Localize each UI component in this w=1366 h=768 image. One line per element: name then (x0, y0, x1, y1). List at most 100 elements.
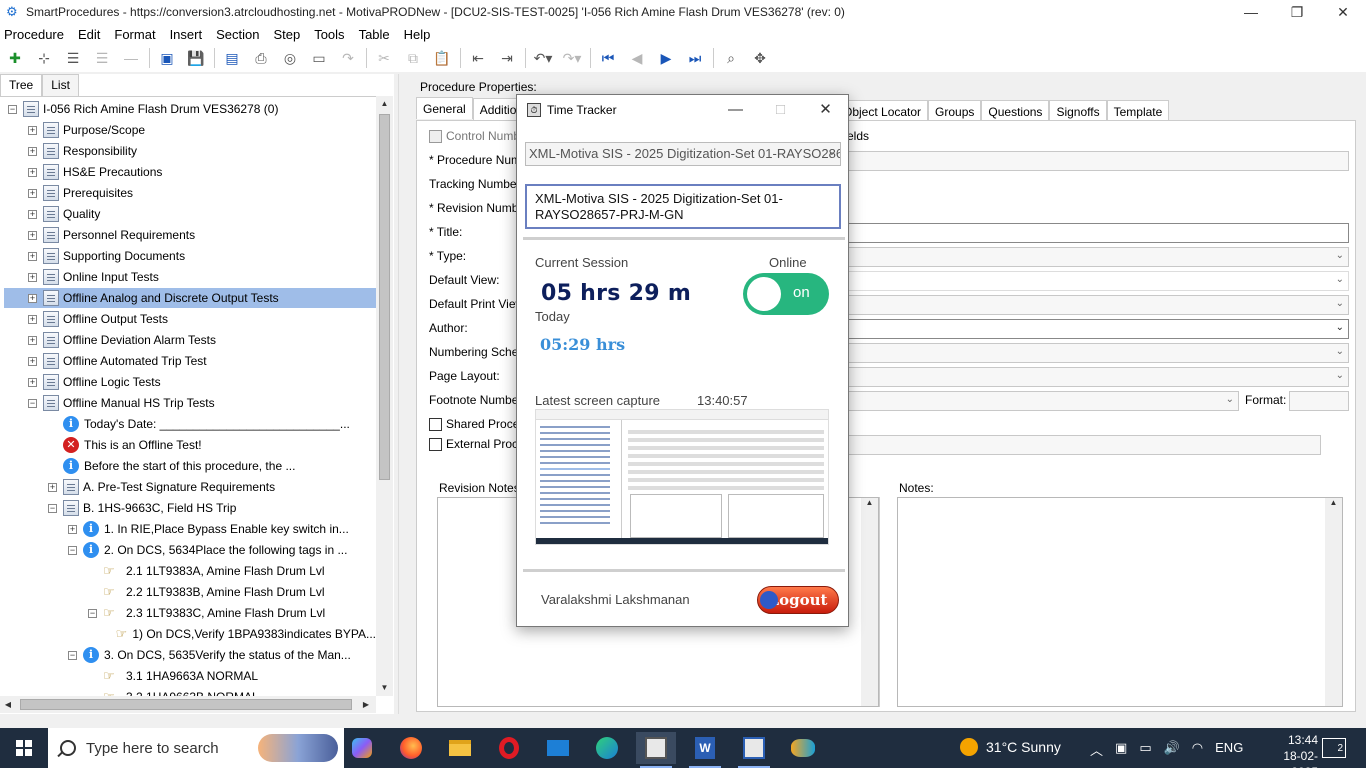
scroll-left-icon[interactable]: ◀ (0, 696, 16, 713)
expand-icon[interactable]: + (48, 482, 57, 492)
tree-node[interactable]: + Offline Logic Tests (0, 372, 376, 392)
add-child-icon[interactable]: ⊹ (33, 47, 55, 69)
expand-icon[interactable]: + (28, 377, 37, 387)
language-indicator[interactable]: ENG (1215, 740, 1243, 759)
menu-table[interactable]: Table (359, 27, 390, 42)
tree-node[interactable]: + HS&E Precautions (0, 162, 376, 182)
collapse-icon[interactable]: − (8, 104, 17, 114)
default-view-select[interactable]: ⌄ (847, 271, 1349, 291)
undo-icon[interactable]: ↶▾ (532, 47, 554, 69)
collapse-icon[interactable]: − (28, 398, 37, 408)
tree-node[interactable]: i Before the start of this procedure, the… (0, 456, 376, 476)
preview-icon[interactable]: ▭ (308, 47, 330, 69)
opera-icon[interactable] (489, 732, 529, 764)
tree-node[interactable]: − I-056 Rich Amine Flash Drum VES36278 (0… (0, 99, 376, 119)
format-field[interactable] (1289, 391, 1349, 411)
footnote-numbering-select[interactable]: ⌄ (847, 391, 1239, 411)
tree-node[interactable]: − ☞ 2.3 1LT9383C, Amine Flash Drum Lvl (0, 603, 376, 623)
tree-node[interactable]: + Offline Deviation Alarm Tests (0, 330, 376, 350)
collapse-icon[interactable]: − (48, 503, 57, 513)
tree-node[interactable]: + Responsibility (0, 141, 376, 161)
tab-list[interactable]: List (42, 74, 79, 96)
online-toggle[interactable]: on (743, 273, 829, 315)
logout-button[interactable]: Logout (757, 586, 839, 614)
author-select[interactable]: ⌄ (847, 319, 1349, 339)
tree-node[interactable]: − B. 1HS-9663C, Field HS Trip (0, 498, 376, 518)
paste-icon[interactable]: 📋 (431, 47, 453, 69)
start-button[interactable] (0, 728, 48, 768)
taskbar-search[interactable]: Type here to search (48, 728, 344, 768)
butterfly-app-icon[interactable] (783, 732, 823, 764)
expand-icon[interactable]: + (68, 524, 77, 534)
minimize-button[interactable]: — (1228, 0, 1274, 24)
tree-node[interactable]: + Purpose/Scope (0, 120, 376, 140)
project-select[interactable]: XML-Motiva SIS - 2025 Digitization-Set 0… (525, 142, 841, 166)
expand-icon[interactable]: + (28, 125, 37, 135)
tree-node[interactable]: − i 3. On DCS, 5635Verify the status of th… (0, 645, 376, 665)
tree-node[interactable]: ☞ 1) On DCS,Verify 1BPA9383indicates BYPA… (0, 624, 376, 644)
move-icon[interactable]: ✥ (749, 47, 771, 69)
screen-capture-thumbnail[interactable] (535, 409, 829, 545)
external-procedure-checkbox[interactable] (429, 438, 442, 452)
list-disabled-icon[interactable]: ☰ (91, 47, 113, 69)
smartprocedures-taskbar-icon[interactable] (636, 732, 676, 768)
weather-widget[interactable]: 31°C Sunny (960, 738, 1061, 756)
tree-node[interactable]: + Offline Automated Trip Test (0, 351, 376, 371)
save-all-icon[interactable]: ▣ (156, 47, 178, 69)
word-icon[interactable]: W (685, 732, 725, 768)
control-number-checkbox[interactable] (429, 130, 442, 144)
scroll-thumb[interactable] (379, 114, 390, 480)
web-icon[interactable]: ◎ (279, 47, 301, 69)
notes-field[interactable]: ▲ (897, 497, 1343, 707)
outdent-icon[interactable]: ⇤ (467, 47, 489, 69)
chevron-up-icon[interactable]: ︿ (1090, 740, 1103, 759)
tree-node[interactable]: + Online Input Tests (0, 267, 376, 287)
title-field[interactable] (847, 223, 1349, 243)
firefox-icon[interactable] (391, 732, 431, 764)
expand-icon[interactable]: + (28, 293, 37, 303)
copilot-icon[interactable] (342, 732, 382, 764)
expand-icon[interactable]: + (28, 335, 37, 345)
expand-icon[interactable]: + (28, 167, 37, 177)
menu-format[interactable]: Format (114, 27, 155, 42)
expand-icon[interactable]: + (28, 230, 37, 240)
next-icon[interactable]: ▶ (655, 47, 677, 69)
tree-node[interactable]: + Prerequisites (0, 183, 376, 203)
shared-procedure-checkbox[interactable] (429, 418, 442, 432)
network-drive-icon[interactable]: ▣ (1115, 740, 1127, 759)
expand-icon[interactable]: + (28, 314, 37, 324)
last-icon[interactable]: ⏭ (684, 47, 706, 69)
scroll-down-icon[interactable]: ▼ (376, 680, 393, 696)
expand-icon[interactable]: + (28, 188, 37, 198)
menu-tools[interactable]: Tools (314, 27, 344, 42)
menu-insert[interactable]: Insert (170, 27, 203, 42)
tree-node[interactable]: + Quality (0, 204, 376, 224)
collapse-icon[interactable]: − (88, 608, 97, 618)
tt-maximize-button[interactable]: □ (758, 95, 803, 125)
tab-general[interactable]: General (416, 97, 473, 119)
clock[interactable]: 13:44 18-02-2025 (1264, 732, 1318, 768)
numbering-scheme-select[interactable]: ⌄ (847, 343, 1349, 363)
tree-node[interactable]: − i 2. On DCS, 5634Place the following tag… (0, 540, 376, 560)
notifications-button[interactable]: 2 (1322, 738, 1346, 758)
menu-procedure[interactable]: Procedure (4, 27, 64, 42)
tree-node[interactable]: i Today's Date: _________________________… (0, 414, 376, 434)
remove-icon[interactable]: — (120, 47, 142, 69)
tree-node[interactable]: ☞3.2 1HA9663B NORMAL (0, 687, 376, 697)
restore-button[interactable]: ❐ (1274, 0, 1320, 24)
notes-scrollbar[interactable]: ▲ (1325, 498, 1342, 706)
tree-node[interactable]: + Offline Analog and Discrete Output Test… (4, 288, 376, 308)
scroll-right-icon[interactable]: ▶ (358, 696, 374, 713)
collapse-icon[interactable]: − (68, 650, 77, 660)
scroll-up-icon[interactable]: ▲ (376, 96, 393, 112)
default-print-view-select[interactable]: ⌄ (847, 295, 1349, 315)
print-icon[interactable]: ⎙ (250, 47, 272, 69)
export-icon[interactable]: ▤ (221, 47, 243, 69)
save-icon[interactable]: 💾 (185, 47, 207, 69)
tree-node[interactable]: + Offline Output Tests (0, 309, 376, 329)
external-procedure-field[interactable] (847, 435, 1321, 455)
expand-icon[interactable]: + (28, 146, 37, 156)
cut-icon[interactable]: ✂ (373, 47, 395, 69)
menu-section[interactable]: Section (216, 27, 259, 42)
tree-node[interactable]: + A. Pre-Test Signature Requirements (0, 477, 376, 497)
